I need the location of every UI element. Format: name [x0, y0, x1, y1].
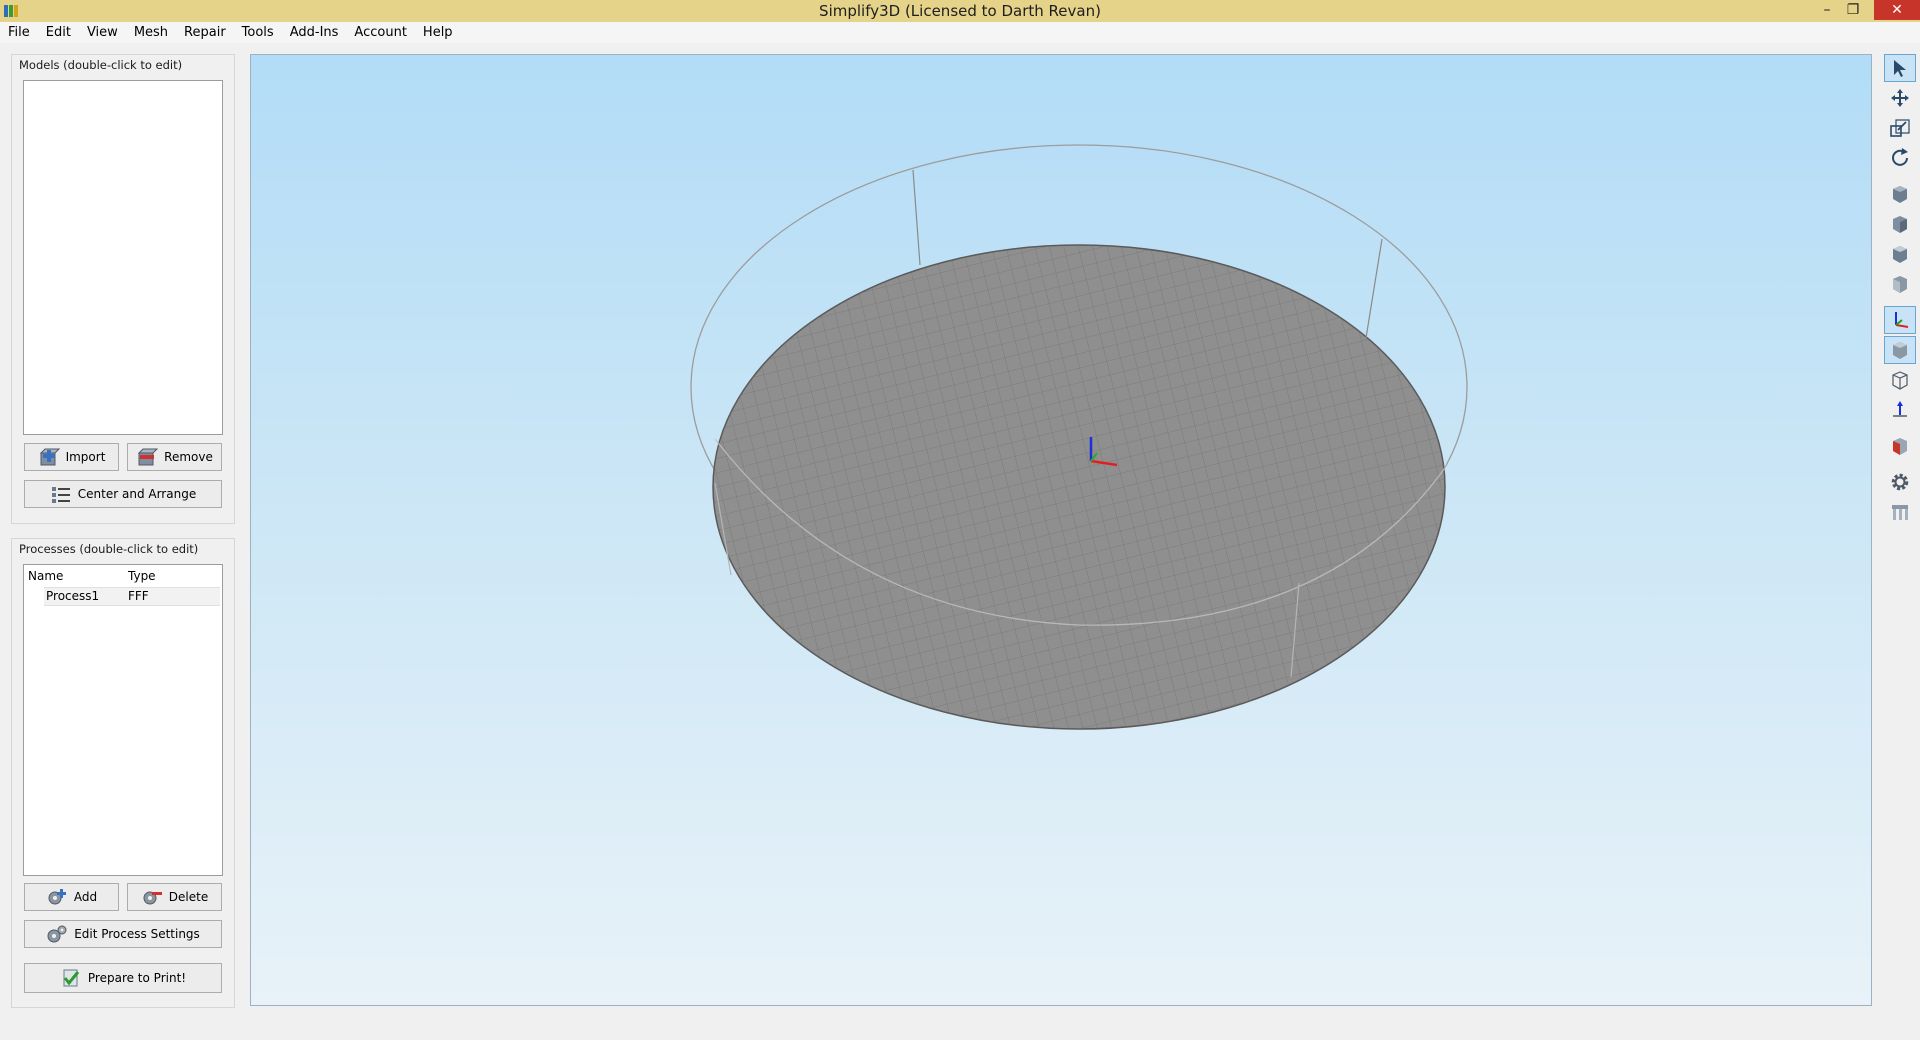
toggle-axes-button[interactable] [1884, 306, 1916, 334]
menu-file[interactable]: File [0, 22, 38, 43]
center-arrange-icon [51, 487, 70, 503]
menu-help[interactable]: Help [415, 22, 461, 43]
column-header-type[interactable]: Type [128, 569, 156, 583]
processes-group-label: Processes (double-click to edit) [19, 542, 199, 556]
add-process-button[interactable]: Add [24, 883, 119, 911]
move-icon [1891, 89, 1909, 107]
settings-gear-icon [1891, 473, 1909, 491]
show-build-volume-icon [1893, 342, 1907, 359]
toggle-build-volume-button[interactable] [1884, 336, 1916, 364]
center-and-arrange-button[interactable]: Center and Arrange [24, 480, 222, 508]
import-label: Import [65, 450, 106, 464]
processes-group: Processes (double-click to edit) Name Ty… [11, 538, 235, 1008]
axis-origin-icon [1893, 401, 1907, 417]
import-button[interactable]: Import [24, 443, 119, 471]
models-group-label: Models (double-click to edit) [19, 58, 183, 72]
rotate-tool-button[interactable] [1884, 144, 1916, 172]
menu-add-ins[interactable]: Add-Ins [282, 22, 347, 43]
view-side-cube-icon [1893, 276, 1907, 293]
scale-icon [1890, 119, 1910, 137]
delete-process-label: Delete [168, 890, 209, 904]
menu-account[interactable]: Account [346, 22, 415, 43]
support-structures-button[interactable] [1884, 498, 1916, 526]
edit-process-settings-label: Edit Process Settings [74, 927, 200, 941]
gears-icon [47, 925, 67, 943]
center-and-arrange-label: Center and Arrange [77, 487, 197, 501]
view-top-cube-icon [1893, 246, 1907, 263]
table-row[interactable]: Process1 FFF [44, 587, 220, 606]
view-side-button[interactable] [1884, 270, 1916, 298]
prepare-to-print-button[interactable]: Prepare to Print! [24, 963, 222, 993]
build-volume-edge-left-back [912, 169, 921, 266]
maximize-button[interactable]: ❐ [1840, 0, 1866, 20]
process-name-cell: Process1 [46, 589, 100, 603]
view-front-cube-icon [1893, 216, 1907, 233]
remove-label: Remove [164, 450, 213, 464]
menu-edit[interactable]: Edit [38, 22, 79, 43]
view-front-button[interactable] [1884, 210, 1916, 238]
show-axes-icon [1895, 312, 1909, 328]
view-top-button[interactable] [1884, 240, 1916, 268]
move-tool-button[interactable] [1884, 84, 1916, 112]
column-header-name[interactable]: Name [28, 569, 63, 583]
3d-viewport[interactable] [250, 54, 1872, 1006]
delete-process-icon [143, 891, 162, 905]
add-process-label: Add [73, 890, 98, 904]
settings-button[interactable] [1884, 468, 1916, 496]
remove-button[interactable]: Remove [127, 443, 222, 471]
build-plate-scene[interactable] [251, 55, 1871, 1005]
models-list[interactable] [23, 80, 223, 435]
menu-tools[interactable]: Tools [234, 22, 282, 43]
close-button[interactable]: ✕ [1874, 0, 1920, 20]
toggle-origin-button[interactable] [1884, 396, 1916, 424]
build-volume-edge-right-back [1365, 238, 1383, 339]
rotate-icon [1892, 148, 1908, 166]
view-default-button[interactable] [1884, 180, 1916, 208]
minimize-button[interactable]: – [1814, 0, 1840, 20]
import-icon [39, 448, 60, 466]
process-type-cell: FFF [128, 589, 149, 603]
menu-mesh[interactable]: Mesh [126, 22, 176, 43]
scale-tool-button[interactable] [1884, 114, 1916, 142]
menu-view[interactable]: View [79, 22, 126, 43]
models-group: Models (double-click to edit) Import Rem… [11, 54, 235, 524]
window-title: Simplify3D (Licensed to Darth Revan) [819, 2, 1101, 20]
support-structures-icon [1892, 505, 1908, 520]
cross-section-icon [1893, 438, 1907, 455]
delete-process-button[interactable]: Delete [127, 883, 222, 911]
remove-icon [137, 448, 159, 466]
select-cursor-icon [1894, 60, 1906, 77]
processes-table[interactable]: Name Type Process1 FFF [23, 564, 223, 876]
prepare-print-checkmark-icon [63, 969, 80, 987]
wireframe-cube-icon [1892, 371, 1908, 390]
title-bar: Simplify3D (Licensed to Darth Revan) – ❐… [0, 0, 1920, 22]
select-tool-button[interactable] [1884, 54, 1916, 82]
prepare-to-print-label: Prepare to Print! [87, 971, 187, 985]
toggle-wireframe-button[interactable] [1884, 366, 1916, 394]
view-isometric-cube-icon [1893, 186, 1907, 203]
add-process-icon [48, 889, 66, 905]
edit-process-settings-button[interactable]: Edit Process Settings [24, 920, 222, 948]
cross-section-button[interactable] [1884, 432, 1916, 460]
menu-repair[interactable]: Repair [176, 22, 234, 43]
menu-bar: File Edit View Mesh Repair Tools Add-Ins… [0, 22, 1920, 43]
